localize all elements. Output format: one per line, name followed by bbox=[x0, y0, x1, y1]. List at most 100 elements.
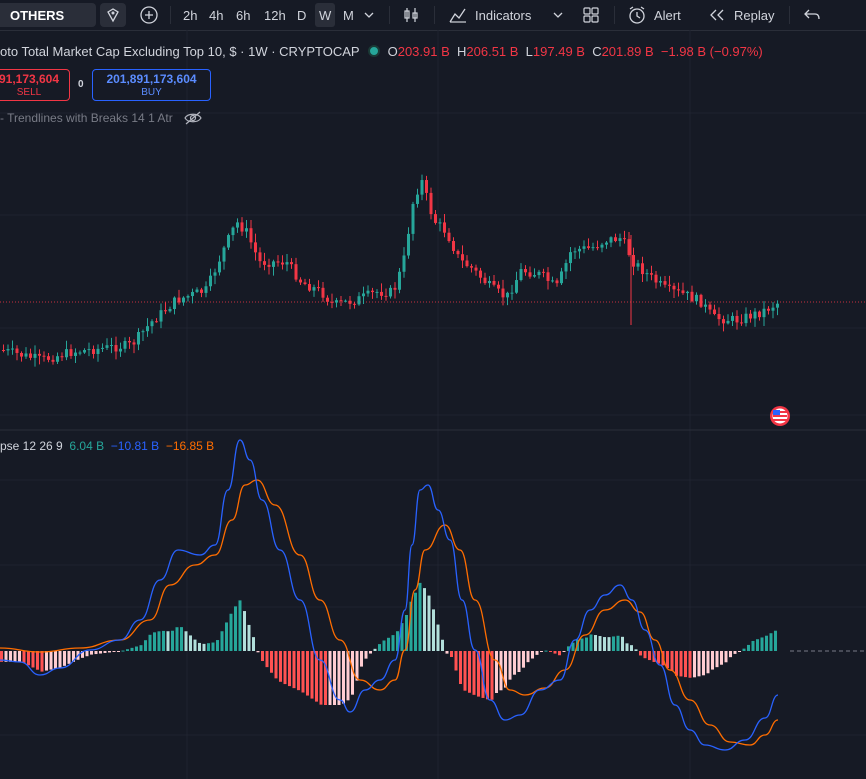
candle-body bbox=[222, 247, 226, 262]
candle-body bbox=[150, 321, 154, 327]
candle-body bbox=[348, 300, 352, 304]
eye-off-icon[interactable] bbox=[184, 111, 202, 125]
macd-signal-value: −16.85 B bbox=[165, 439, 215, 453]
candle-body bbox=[389, 287, 392, 297]
candle-body bbox=[483, 277, 487, 284]
macd-histogram-bar bbox=[13, 651, 17, 662]
macd-histogram-bar bbox=[558, 651, 561, 656]
macd-histogram-bar bbox=[31, 651, 35, 668]
macd-histogram-bar bbox=[508, 651, 512, 680]
candle-body bbox=[758, 311, 761, 318]
macd-histogram-bar bbox=[229, 613, 233, 651]
candle-body bbox=[420, 180, 424, 195]
candle-body bbox=[330, 301, 334, 303]
candle-body bbox=[677, 289, 680, 291]
candle-body bbox=[767, 308, 770, 311]
candle-body bbox=[308, 284, 311, 291]
candle-body bbox=[195, 289, 199, 292]
candle-body bbox=[717, 314, 721, 320]
candle-body bbox=[69, 349, 73, 356]
candle-body bbox=[582, 246, 586, 249]
candle-body bbox=[650, 273, 653, 275]
candle-body bbox=[591, 247, 595, 249]
macd-histogram-bar bbox=[769, 633, 773, 651]
candle-body bbox=[29, 353, 32, 358]
candle-body bbox=[735, 315, 739, 323]
macd-histogram-bar bbox=[634, 649, 638, 651]
candle-body bbox=[573, 251, 577, 253]
macd-histogram-bar bbox=[517, 651, 521, 672]
candle-body bbox=[713, 309, 716, 315]
candle-body bbox=[186, 296, 190, 298]
candle-body bbox=[533, 275, 536, 277]
candle-body bbox=[447, 232, 451, 242]
macd-histogram-bar bbox=[54, 651, 57, 669]
macd-histogram-bar bbox=[63, 651, 66, 666]
macd-histogram-bar bbox=[648, 651, 651, 661]
candle-body bbox=[105, 345, 109, 348]
macd-histogram-bar bbox=[216, 640, 219, 651]
macd-histogram-bar bbox=[18, 651, 21, 662]
macd-histogram-bar bbox=[706, 651, 710, 674]
candle-body bbox=[605, 242, 608, 245]
candle-body bbox=[137, 332, 140, 345]
candle-body bbox=[506, 292, 509, 298]
high-value: 206.51 B bbox=[466, 44, 519, 59]
macd-histogram-bar bbox=[27, 651, 30, 666]
macd-histogram-bar bbox=[711, 651, 714, 670]
candle-body bbox=[470, 266, 473, 268]
candle-body bbox=[2, 350, 5, 351]
candle-body bbox=[159, 310, 163, 322]
flag-us-icon[interactable] bbox=[770, 406, 790, 426]
candle-body bbox=[236, 222, 239, 228]
candle-body bbox=[632, 255, 635, 267]
candle-body bbox=[366, 290, 370, 294]
macd-histogram-bar bbox=[252, 637, 255, 651]
macd-histogram-bar bbox=[211, 642, 215, 651]
macd-histogram-bar bbox=[598, 636, 602, 651]
candle-body bbox=[96, 348, 100, 354]
macd-histogram-bar bbox=[693, 651, 696, 678]
indicator-legend[interactable]: - Trendlines with Breaks 14 1 Atr bbox=[0, 111, 202, 125]
candle-body bbox=[87, 349, 91, 351]
buy-button[interactable]: 201,891,173,604 BUY bbox=[92, 69, 211, 101]
candle-body bbox=[294, 264, 298, 280]
candle-body bbox=[560, 271, 563, 284]
macd-histogram-bar bbox=[445, 651, 449, 654]
macd-histogram-bar bbox=[747, 644, 750, 651]
candle-body bbox=[281, 262, 284, 265]
candle-body bbox=[317, 287, 320, 289]
macd-histogram-bar bbox=[22, 651, 26, 664]
candle-body bbox=[416, 194, 419, 204]
candle-body bbox=[479, 270, 482, 278]
macd-histogram-bar bbox=[198, 642, 201, 651]
macd-histogram-bar bbox=[621, 636, 624, 651]
candle-body bbox=[276, 261, 280, 263]
candle-body bbox=[771, 307, 775, 311]
candle-body bbox=[636, 263, 640, 267]
macd-histogram-bar bbox=[103, 651, 107, 653]
macd-histogram-bar bbox=[594, 635, 597, 651]
candle-body bbox=[461, 254, 464, 261]
candle-body bbox=[353, 303, 356, 305]
candle-body bbox=[524, 269, 527, 273]
candle-body bbox=[488, 281, 491, 284]
macd-histogram-bar bbox=[603, 637, 606, 651]
candle-body bbox=[92, 349, 95, 354]
candle-body bbox=[24, 353, 28, 357]
macd-histogram-bar bbox=[288, 651, 291, 687]
macd-histogram-bar bbox=[742, 648, 746, 651]
candle-body bbox=[555, 280, 559, 284]
sell-button[interactable]: 91,173,604 SELL bbox=[0, 69, 70, 101]
macd-histogram-bar bbox=[274, 651, 278, 679]
candle-body bbox=[434, 214, 437, 223]
candle-body bbox=[213, 272, 217, 276]
macd-histogram-bar bbox=[220, 631, 224, 651]
candle-body bbox=[20, 352, 23, 357]
candle-body bbox=[339, 300, 343, 302]
macd-histogram-bar bbox=[153, 632, 156, 651]
candle-body bbox=[321, 287, 325, 298]
candle-body bbox=[380, 291, 383, 296]
macd-histogram-bar bbox=[625, 643, 629, 651]
macd-histogram-bar bbox=[202, 643, 206, 651]
